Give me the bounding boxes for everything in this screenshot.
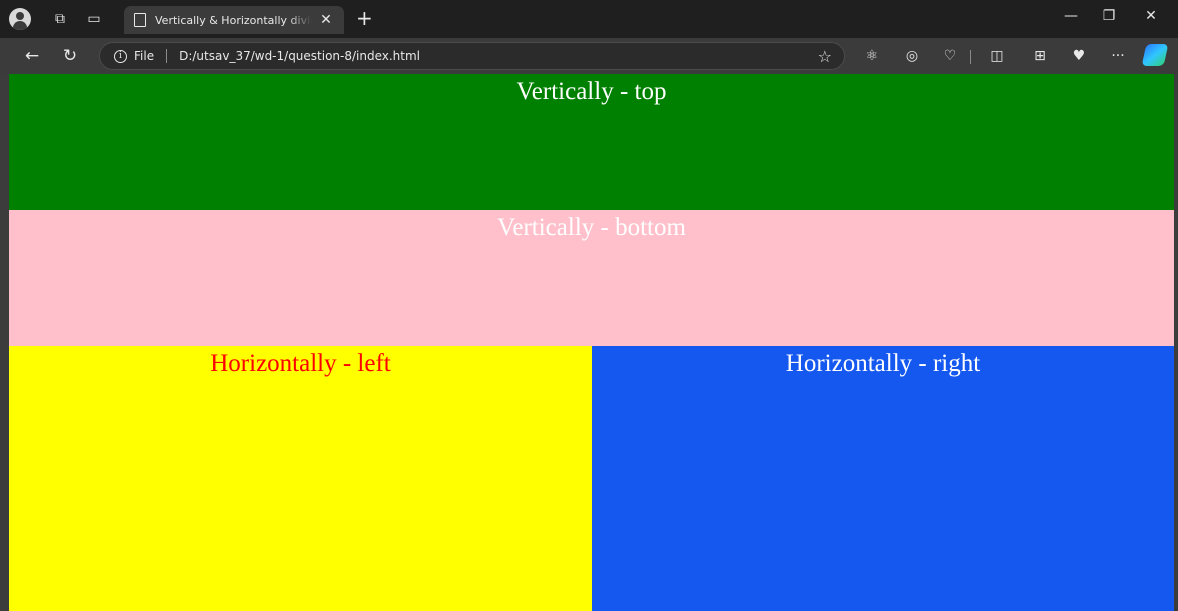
section-vertical-bottom: Vertically - bottom <box>9 210 1174 346</box>
browser-window: ⧉ ▭ Vertically & Horizontally divide pag… <box>0 0 1178 611</box>
refresh-icon[interactable]: ↻ <box>59 46 81 66</box>
restore-button[interactable]: ❐ <box>1099 8 1119 24</box>
section-bottom-text: Vertically - bottom <box>497 214 686 241</box>
url-text[interactable]: D:/utsav_37/wd-1/question-8/index.html <box>179 49 420 63</box>
minimize-button[interactable]: — <box>1061 8 1081 24</box>
toolbar: ← ↻ i File D:/utsav_37/wd-1/question-8/i… <box>0 38 1178 74</box>
section-horizontal-left: Horizontally - left <box>9 346 592 611</box>
toolbar-divider <box>970 50 971 64</box>
split-screen-icon[interactable]: ◫ <box>987 47 1007 65</box>
address-bar[interactable]: i File D:/utsav_37/wd-1/question-8/index… <box>99 42 845 70</box>
extension-icon[interactable]: ⚛ <box>862 47 882 65</box>
tab-close-icon[interactable]: ✕ <box>318 12 334 28</box>
close-window-button[interactable]: ✕ <box>1141 8 1161 24</box>
section-vertical-top: Vertically - top <box>9 74 1174 210</box>
collections-icon[interactable]: ⊞ <box>1030 47 1050 65</box>
section-right-text: Horizontally - right <box>785 350 981 377</box>
tab-active[interactable]: Vertically & Horizontally divide page ✕ <box>124 6 344 34</box>
tab-title: Vertically & Horizontally divide page <box>155 13 312 27</box>
section-left-text: Horizontally - left <box>210 350 391 377</box>
section-top-text: Vertically - top <box>516 78 667 105</box>
health-icon[interactable]: ♥ <box>1069 47 1089 65</box>
back-icon[interactable]: ← <box>21 46 43 66</box>
section-horizontal-right: Horizontally - right <box>592 346 1174 611</box>
page-viewport: Vertically - top Vertically - bottom Hor… <box>9 74 1174 611</box>
scheme-label: File <box>134 49 155 63</box>
workspaces-icon[interactable]: ⧉ <box>47 6 73 32</box>
profile-icon[interactable] <box>9 8 31 30</box>
page-icon <box>134 13 146 27</box>
browser-essentials-icon[interactable]: ♡ <box>940 47 960 65</box>
tab-actions-icon[interactable]: ▭ <box>81 6 107 32</box>
new-tab-button[interactable]: + <box>356 8 373 28</box>
favorite-star-icon[interactable]: ☆ <box>818 47 832 66</box>
more-icon[interactable]: ··· <box>1108 47 1128 65</box>
address-divider <box>166 49 168 63</box>
info-icon[interactable]: i <box>114 49 127 63</box>
tab-strip: ⧉ ▭ Vertically & Horizontally divide pag… <box>0 0 1178 38</box>
circle-icon[interactable]: ◎ <box>902 47 922 65</box>
